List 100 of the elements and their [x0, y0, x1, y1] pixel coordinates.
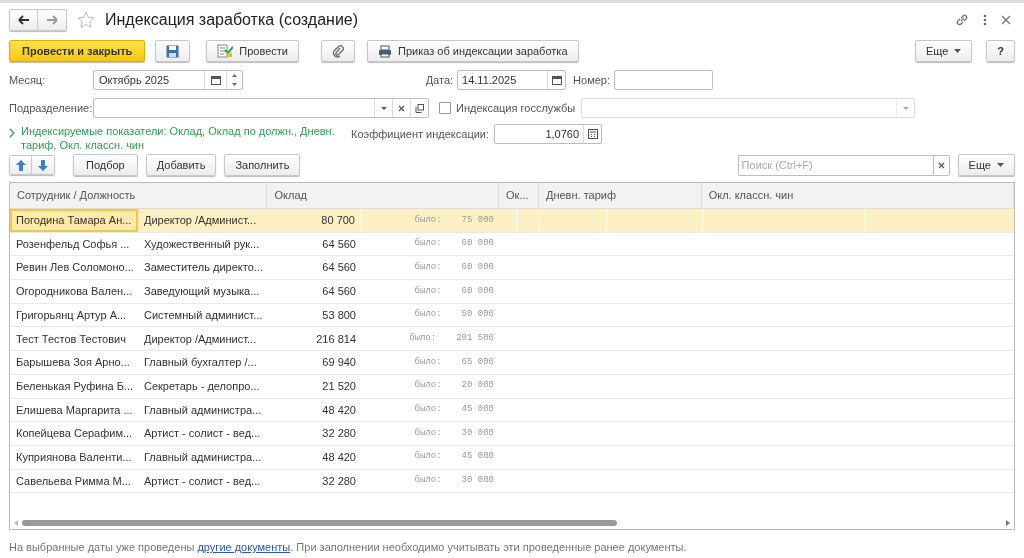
- table-cell-text: Куприянова Валенти...: [16, 449, 132, 465]
- table-cell-text: 21 520: [322, 378, 356, 394]
- dropdown-caret-icon[interactable]: [997, 163, 1004, 167]
- link-icon[interactable]: [955, 13, 969, 27]
- was-label: было:: [414, 237, 442, 251]
- info-message: На выбранные даты уже проведены другие документы. При заполнении необходимо учитывать эти проведенные ранее документы.: [8, 540, 688, 555]
- coefficient-field[interactable]: 1,0760: [494, 124, 603, 144]
- was-label: было:: [414, 308, 442, 322]
- table-cell: 30 000: [461, 474, 494, 488]
- table-cell-text: 69 940: [322, 355, 356, 371]
- more-icon[interactable]: [983, 14, 987, 26]
- column-header[interactable]: Ок...: [499, 183, 539, 208]
- calendar-icon[interactable]: [551, 75, 562, 85]
- indexed-indicators-link[interactable]: Индексируемые показатели: Оклад, Оклад по должн., Дневн. тариф, Окл. классн. чин: [21, 124, 341, 152]
- column-header[interactable]: Сотрудник / Должность: [10, 183, 268, 208]
- more-button[interactable]: Еще: [914, 40, 973, 62]
- table-cell-text: Директор /Админист...: [144, 213, 257, 229]
- table-cell-text: Огородникова Вален...: [16, 284, 133, 300]
- close-icon[interactable]: [1001, 15, 1011, 25]
- dropdown-caret-icon[interactable]: [954, 49, 962, 53]
- civil-service-field[interactable]: [581, 98, 915, 118]
- table-cell-text: Артист - солист - вед...: [144, 426, 261, 442]
- was-label: было:: [409, 332, 437, 346]
- table-cell-text: 216 814: [316, 331, 356, 347]
- clear-icon[interactable]: [398, 104, 405, 112]
- was-label: было:: [414, 284, 442, 298]
- column-header[interactable]: Окл. классн. чин: [701, 183, 1014, 208]
- table-cell-text: Главный бухгалтер /...: [144, 355, 257, 371]
- table-row[interactable]: Погодина Тамара Ан... Директор /Админист... 80 700 было: 75 000: [10, 209, 1014, 233]
- table-cell-text: 64 560: [322, 236, 356, 252]
- was-label: было:: [414, 260, 442, 274]
- number-label: Номер:: [573, 72, 610, 88]
- down-arrow-icon: [38, 159, 48, 171]
- window-title: Индексация заработка (создание): [105, 10, 359, 30]
- table-cell: 50 000: [461, 308, 494, 322]
- table-cell-text: 65 000: [461, 355, 494, 369]
- was-label: было:: [414, 379, 442, 393]
- up-arrow-icon: [15, 159, 26, 171]
- department-label: Подразделение:: [9, 100, 93, 116]
- coefficient-label: Коэффициент индексации:: [351, 127, 490, 142]
- table-cell-text: Заместитель директо...: [144, 260, 263, 276]
- table-cell-text: Савельева Римма М...: [16, 473, 131, 489]
- table-cell: 20 000: [461, 379, 494, 393]
- table-cell-text: 30 000: [461, 426, 494, 440]
- fill-button[interactable]: Заполнить: [224, 154, 301, 176]
- table-cell-text: Беленькая Руфина Б...: [16, 378, 134, 394]
- star-icon[interactable]: [77, 11, 95, 29]
- post-and-close-button[interactable]: Провести и закрыть: [9, 40, 146, 62]
- was-label: было:: [414, 403, 442, 417]
- table-cell-text: Ревин Лев Соломоно...: [16, 260, 134, 276]
- date-label: Дата:: [425, 72, 454, 88]
- calculator-icon[interactable]: [587, 129, 598, 139]
- table-cell-text: Тест Тестов Тестович: [16, 331, 126, 347]
- department-field[interactable]: [93, 98, 429, 118]
- attach-button[interactable]: [320, 40, 355, 62]
- add-button[interactable]: Добавить: [145, 154, 217, 176]
- printer-icon: [377, 44, 392, 58]
- table-cell-text: Копейцева Серафим...: [16, 426, 133, 442]
- table-cell-text: 60 000: [461, 260, 494, 274]
- table-cell: 60 000: [461, 237, 494, 251]
- table-cell-text: Художественный рук...: [144, 236, 260, 252]
- was-label: было:: [414, 355, 442, 369]
- table-cell-text: Елишева Маргарита ...: [16, 402, 133, 418]
- table-cell: 45 000: [461, 403, 494, 417]
- table-cell-text: Системный админист...: [144, 307, 263, 323]
- post-button[interactable]: Провести: [206, 40, 299, 62]
- table-cell-text: 53 800: [322, 307, 356, 323]
- column-header[interactable]: Дневн. тариф: [538, 183, 702, 208]
- calendar-icon[interactable]: [210, 75, 221, 85]
- right-arrow-icon: [46, 15, 58, 25]
- table-cell-text: 80 700: [321, 213, 355, 229]
- civil-service-checkbox[interactable]: [439, 102, 451, 114]
- horizontal-scrollbar[interactable]: [22, 520, 617, 526]
- table-cell-text: Артист - солист - вед...: [144, 473, 261, 489]
- was-label: было:: [414, 474, 442, 488]
- table-cell: 201 500: [456, 332, 494, 346]
- month-field[interactable]: Октябрь 2025: [93, 70, 243, 90]
- down-caret-icon[interactable]: [232, 83, 237, 86]
- save-button[interactable]: [155, 40, 191, 62]
- table-cell-text: 75 000: [461, 213, 494, 227]
- help-button[interactable]: ?: [986, 40, 1015, 62]
- open-window-icon[interactable]: [415, 103, 424, 113]
- table-cell-text: Секретарь - делопро...: [144, 378, 260, 394]
- expand-chevron-icon[interactable]: [9, 128, 15, 138]
- left-arrow-icon: [17, 15, 30, 25]
- column-header[interactable]: Оклад: [267, 183, 499, 208]
- date-field[interactable]: 14.11.2025: [457, 70, 567, 90]
- month-label: Месяц:: [9, 72, 47, 88]
- pick-button[interactable]: Подбор: [73, 154, 138, 176]
- scroll-right-icon[interactable]: [1006, 520, 1010, 526]
- table-cell-text: 32 280: [322, 473, 356, 489]
- dropdown-caret-icon[interactable]: [380, 106, 387, 110]
- was-label: было:: [414, 213, 442, 227]
- number-field[interactable]: [614, 70, 713, 90]
- close-icon[interactable]: [937, 161, 945, 169]
- up-caret-icon[interactable]: [232, 74, 237, 77]
- table-more-button[interactable]: Еще: [957, 154, 1015, 176]
- print-order-button[interactable]: Приказ об индексации заработка: [366, 40, 579, 62]
- search-field[interactable]: Поиск (Ctrl+F): [737, 154, 933, 176]
- table-cell-text: Главный администра...: [144, 402, 262, 418]
